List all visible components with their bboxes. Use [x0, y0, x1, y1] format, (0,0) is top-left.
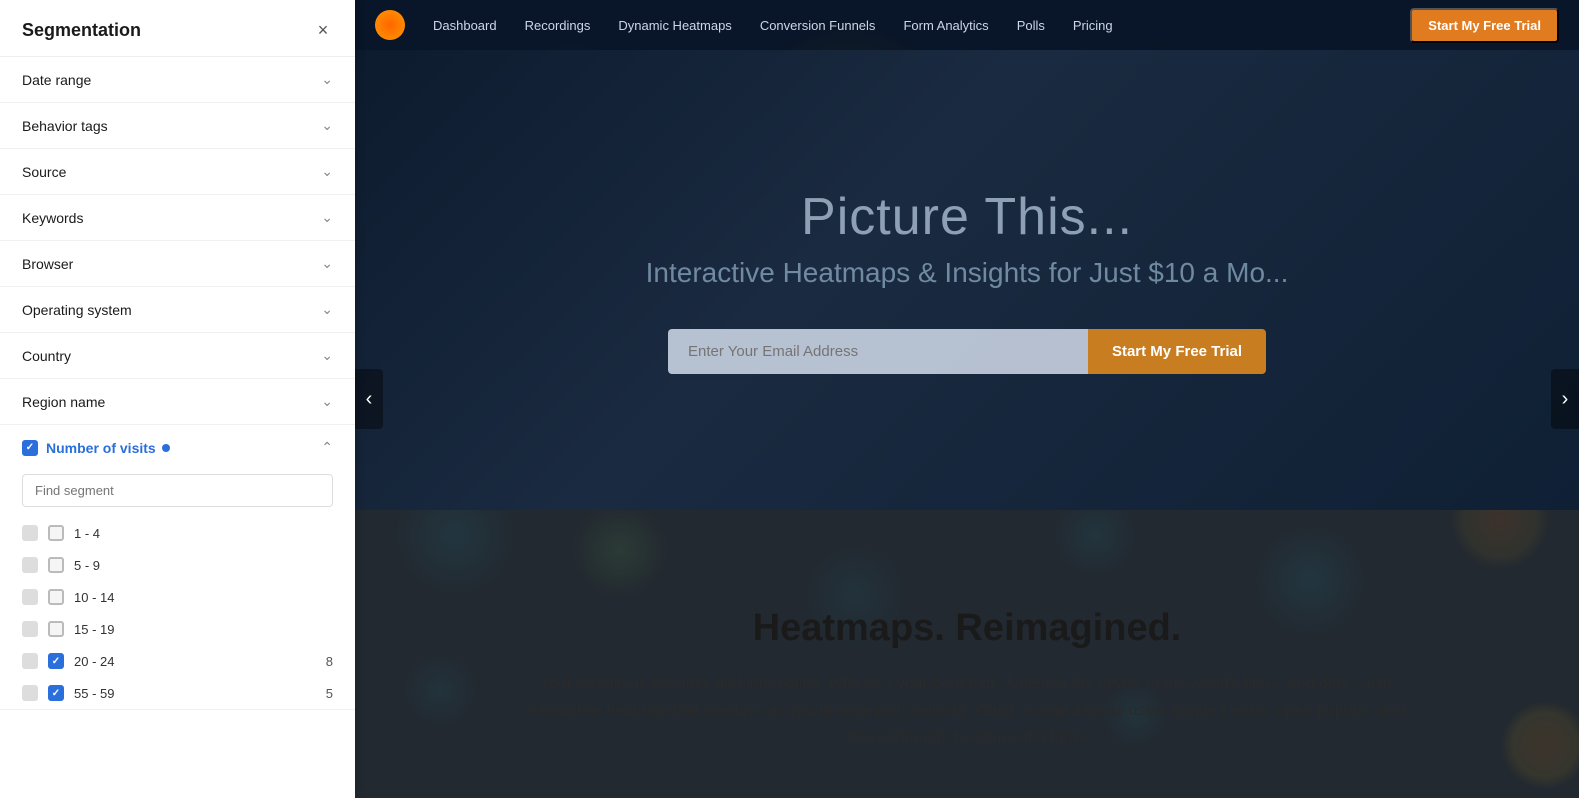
chevron-down-icon: ⌄ [321, 117, 333, 134]
filter-label-keywords: Keywords [22, 210, 83, 226]
secondary-body: Your website is dynamic and interactive.… [517, 670, 1417, 752]
secondary-title: Heatmaps. Reimagined. [753, 607, 1182, 650]
filter-row-browser[interactable]: Browser ⌄ [0, 241, 355, 286]
segment-checkbox-15-19[interactable] [48, 621, 64, 637]
hero-form: Start My Free Trial [668, 329, 1266, 374]
hero-subtitle: Interactive Heatmaps & Insights for Just… [646, 257, 1289, 289]
chevron-down-icon: ⌄ [321, 163, 333, 180]
filter-number-of-visits: Number of visits ⌃ 1 - 4 5 - 9 [0, 425, 355, 710]
filter-label-number-of-visits: Number of visits [46, 440, 170, 456]
chevron-down-icon: ⌄ [321, 393, 333, 410]
chevron-up-icon: ⌃ [321, 439, 333, 456]
chevron-down-icon: ⌄ [321, 255, 333, 272]
segment-item-left: 1 - 4 [22, 525, 100, 541]
filter-source: Source ⌄ [0, 149, 355, 195]
filter-date-range: Date range ⌄ [0, 57, 355, 103]
segment-icon [22, 525, 38, 541]
segment-label-1-4: 1 - 4 [74, 526, 100, 541]
nav-link-pricing[interactable]: Pricing [1063, 14, 1123, 37]
filter-row-source[interactable]: Source ⌄ [0, 149, 355, 194]
filter-label-browser: Browser [22, 256, 73, 272]
filter-label-operating-system: Operating system [22, 302, 132, 318]
nav-link-recordings[interactable]: Recordings [515, 14, 601, 37]
segment-item-5-9: 5 - 9 [0, 549, 355, 581]
main-content: Picture This... Interactive Heatmaps & I… [355, 0, 1579, 798]
filter-label-source: Source [22, 164, 66, 180]
filter-behavior-tags: Behavior tags ⌄ [0, 103, 355, 149]
filter-operating-system: Operating system ⌄ [0, 287, 355, 333]
segment-item-1-4: 1 - 4 [0, 517, 355, 549]
secondary-section: Heatmaps. Reimagined. Your website is dy… [355, 510, 1579, 798]
nav-link-polls[interactable]: Polls [1007, 14, 1055, 37]
segment-item-left: 5 - 9 [22, 557, 100, 573]
filter-row-date-range[interactable]: Date range ⌄ [0, 57, 355, 102]
filter-row-country[interactable]: Country ⌄ [0, 333, 355, 378]
segment-search-input[interactable] [22, 474, 333, 507]
filter-browser: Browser ⌄ [0, 241, 355, 287]
app-logo [375, 10, 405, 40]
segment-count-55-59: 5 [326, 686, 333, 701]
nav-cta-button[interactable]: Start My Free Trial [1410, 8, 1559, 43]
filter-label-country: Country [22, 348, 71, 364]
number-of-visits-header-left: Number of visits [22, 440, 170, 456]
segment-item-15-19: 15 - 19 [0, 613, 355, 645]
hero-title: Picture This... [801, 187, 1133, 247]
nav-link-heatmaps[interactable]: Dynamic Heatmaps [608, 14, 741, 37]
segment-icon [22, 685, 38, 701]
filter-row-number-of-visits[interactable]: Number of visits ⌃ [0, 425, 355, 470]
chevron-down-icon: ⌄ [321, 347, 333, 364]
segment-icon [22, 557, 38, 573]
segment-label-55-59: 55 - 59 [74, 686, 114, 701]
filter-keywords: Keywords ⌄ [0, 195, 355, 241]
segment-count-20-24: 8 [326, 654, 333, 669]
chevron-down-icon: ⌄ [321, 209, 333, 226]
segment-checkbox-20-24[interactable] [48, 653, 64, 669]
panel-header: Segmentation × [0, 0, 355, 57]
number-of-visits-checkbox[interactable] [22, 440, 38, 456]
segment-item-left: 15 - 19 [22, 621, 114, 637]
filter-region-name: Region name ⌄ [0, 379, 355, 425]
nav-link-form-analytics[interactable]: Form Analytics [893, 14, 998, 37]
segment-label-5-9: 5 - 9 [74, 558, 100, 573]
nav-links: Dashboard Recordings Dynamic Heatmaps Co… [375, 10, 1123, 40]
filter-label-region-name: Region name [22, 394, 105, 410]
segment-item-20-24: 20 - 24 8 [0, 645, 355, 677]
nav-link-funnels[interactable]: Conversion Funnels [750, 14, 886, 37]
segment-label-15-19: 15 - 19 [74, 622, 114, 637]
active-dot [162, 444, 170, 452]
hero-section: Picture This... Interactive Heatmaps & I… [355, 50, 1579, 510]
hero-cta-button[interactable]: Start My Free Trial [1088, 329, 1266, 374]
nav-link-dashboard[interactable]: Dashboard [423, 14, 507, 37]
filter-label-date-range: Date range [22, 72, 91, 88]
filter-row-keywords[interactable]: Keywords ⌄ [0, 195, 355, 240]
segment-item-55-59: 55 - 59 5 [0, 677, 355, 709]
segment-checkbox-5-9[interactable] [48, 557, 64, 573]
segment-item-left: 10 - 14 [22, 589, 114, 605]
chevron-down-icon: ⌄ [321, 71, 333, 88]
chevron-down-icon: ⌄ [321, 301, 333, 318]
filter-row-region-name[interactable]: Region name ⌄ [0, 379, 355, 424]
segment-icon [22, 653, 38, 669]
close-button[interactable]: × [311, 18, 335, 42]
nav-arrow-right[interactable]: › [1551, 369, 1579, 429]
segment-icon [22, 621, 38, 637]
segment-checkbox-1-4[interactable] [48, 525, 64, 541]
segment-item-10-14: 10 - 14 [0, 581, 355, 613]
segment-label-20-24: 20 - 24 [74, 654, 114, 669]
filter-country: Country ⌄ [0, 333, 355, 379]
top-nav: Dashboard Recordings Dynamic Heatmaps Co… [355, 0, 1579, 50]
email-input[interactable] [668, 329, 1088, 374]
segment-checkbox-55-59[interactable] [48, 685, 64, 701]
segment-item-left: 55 - 59 [22, 685, 114, 701]
filter-row-behavior-tags[interactable]: Behavior tags ⌄ [0, 103, 355, 148]
segment-label-10-14: 10 - 14 [74, 590, 114, 605]
segmentation-panel: Segmentation × Date range ⌄ Behavior tag… [0, 0, 355, 798]
segment-icon [22, 589, 38, 605]
filter-row-operating-system[interactable]: Operating system ⌄ [0, 287, 355, 332]
filter-label-behavior-tags: Behavior tags [22, 118, 108, 134]
panel-title: Segmentation [22, 20, 141, 41]
segment-item-left: 20 - 24 [22, 653, 114, 669]
nav-arrow-left[interactable]: ‹ [355, 369, 383, 429]
segment-checkbox-10-14[interactable] [48, 589, 64, 605]
